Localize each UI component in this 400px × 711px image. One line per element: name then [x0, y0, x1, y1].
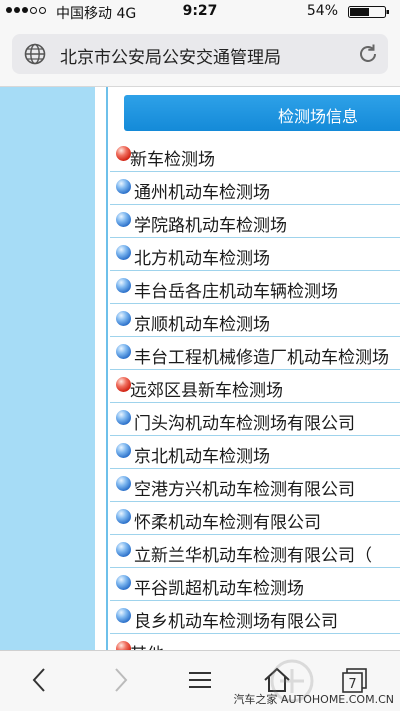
station-link[interactable]: 立新兰华机动车检测有限公司（ [134, 541, 372, 566]
station-row[interactable]: 良乡机动车检测场有限公司 [110, 601, 400, 634]
blue-bullet-icon [116, 443, 131, 458]
station-row[interactable]: 京顺机动车检测场 [110, 304, 400, 337]
station-row[interactable]: 学院路机动车检测场 [110, 205, 400, 238]
station-link[interactable]: 空港方兴机动车检测有限公司 [134, 475, 355, 500]
station-row[interactable]: 其他 [110, 634, 400, 650]
battery-percent: 54% [306, 3, 338, 19]
station-row[interactable]: 京北机动车检测场 [110, 436, 400, 469]
station-row[interactable]: 丰台岳各庄机动车辆检测场 [110, 271, 400, 304]
section-header-title: 检测场信息 [278, 107, 359, 126]
blue-bullet-icon [116, 575, 131, 590]
blue-bullet-icon [116, 245, 131, 260]
section-header: 检测场信息 [124, 95, 400, 131]
blue-bullet-icon [116, 344, 131, 359]
blue-bullet-icon [116, 179, 131, 194]
forward-icon[interactable] [105, 665, 135, 695]
station-link[interactable]: 门头沟机动车检测场有限公司 [134, 409, 355, 434]
clock: 9:27 [182, 3, 218, 19]
station-link[interactable]: 丰台工程机械修造厂机动车检测场 [134, 343, 389, 368]
side-panel [0, 87, 95, 650]
blue-bullet-icon [116, 509, 131, 524]
station-row[interactable]: 北方机动车检测场 [110, 238, 400, 271]
station-row[interactable]: 怀柔机动车检测有限公司 [110, 502, 400, 535]
station-row[interactable]: 通州机动车检测场 [110, 172, 400, 205]
browser-address-area: 北京市公安局公安交通管理局 [0, 24, 400, 87]
blue-bullet-icon [116, 311, 131, 326]
station-link[interactable]: 远郊区县新车检测场 [130, 376, 283, 401]
menu-icon[interactable] [185, 665, 215, 695]
blue-bullet-icon [116, 278, 131, 293]
reload-icon[interactable] [356, 42, 380, 66]
browser-toolbar: 7 汽车之家 AUTOHOME.COM.CN [0, 650, 400, 711]
red-bullet-icon [116, 377, 131, 392]
red-bullet-icon [116, 641, 131, 650]
status-bar: 中国移动 4G 9:27 54% [0, 0, 400, 24]
blue-bullet-icon [116, 212, 131, 227]
station-list: 新车检测场通州机动车检测场 学院路机动车检测场 北方机动车检测场丰台岳各庄机动车辆检… [110, 139, 400, 650]
station-link[interactable]: 学院路机动车检测场 [134, 211, 287, 236]
web-page: 检测场信息 新车检测场通州机动车检测场 学院路机动车检测场 北方机动车检测场丰台岳各… [0, 87, 400, 650]
back-icon[interactable] [25, 665, 55, 695]
station-link[interactable]: 京顺机动车检测场 [134, 310, 270, 335]
red-bullet-icon [116, 146, 131, 161]
address-bar[interactable]: 北京市公安局公安交通管理局 [12, 34, 388, 74]
blue-bullet-icon [116, 410, 131, 425]
divider [95, 87, 97, 650]
station-row[interactable]: 远郊区县新车检测场 [110, 370, 400, 403]
station-row[interactable]: 平谷凯超机动车检测场 [110, 568, 400, 601]
station-link[interactable]: 其他 [130, 640, 164, 650]
station-row[interactable]: 门头沟机动车检测场有限公司 [110, 403, 400, 436]
station-row[interactable]: 空港方兴机动车检测有限公司 [110, 469, 400, 502]
station-row[interactable]: 立新兰华机动车检测有限公司（ [110, 535, 400, 568]
station-row[interactable]: 新车检测场 [110, 139, 400, 172]
station-link[interactable]: 良乡机动车检测场有限公司 [134, 607, 338, 632]
station-row[interactable]: 丰台工程机械修造厂机动车检测场 [110, 337, 400, 370]
battery-icon [348, 6, 389, 18]
station-link[interactable]: 北方机动车检测场 [134, 244, 270, 269]
tabs-count: 7 [348, 677, 356, 692]
blue-bullet-icon [116, 476, 131, 491]
station-link[interactable]: 京北机动车检测场 [134, 442, 270, 467]
station-link[interactable]: 平谷凯超机动车检测场 [134, 574, 304, 599]
blue-bullet-icon [116, 542, 131, 557]
globe-icon [24, 43, 46, 65]
watermark-text: 汽车之家 AUTOHOME.COM.CN [233, 693, 394, 706]
blue-bullet-icon [116, 608, 131, 623]
page-title: 北京市公安局公安交通管理局 [60, 48, 281, 68]
station-link[interactable]: 丰台岳各庄机动车辆检测场 [134, 277, 338, 302]
station-link[interactable]: 怀柔机动车检测有限公司 [134, 508, 321, 533]
station-link[interactable]: 新车检测场 [130, 145, 215, 170]
station-link[interactable]: 通州机动车检测场 [134, 178, 270, 203]
